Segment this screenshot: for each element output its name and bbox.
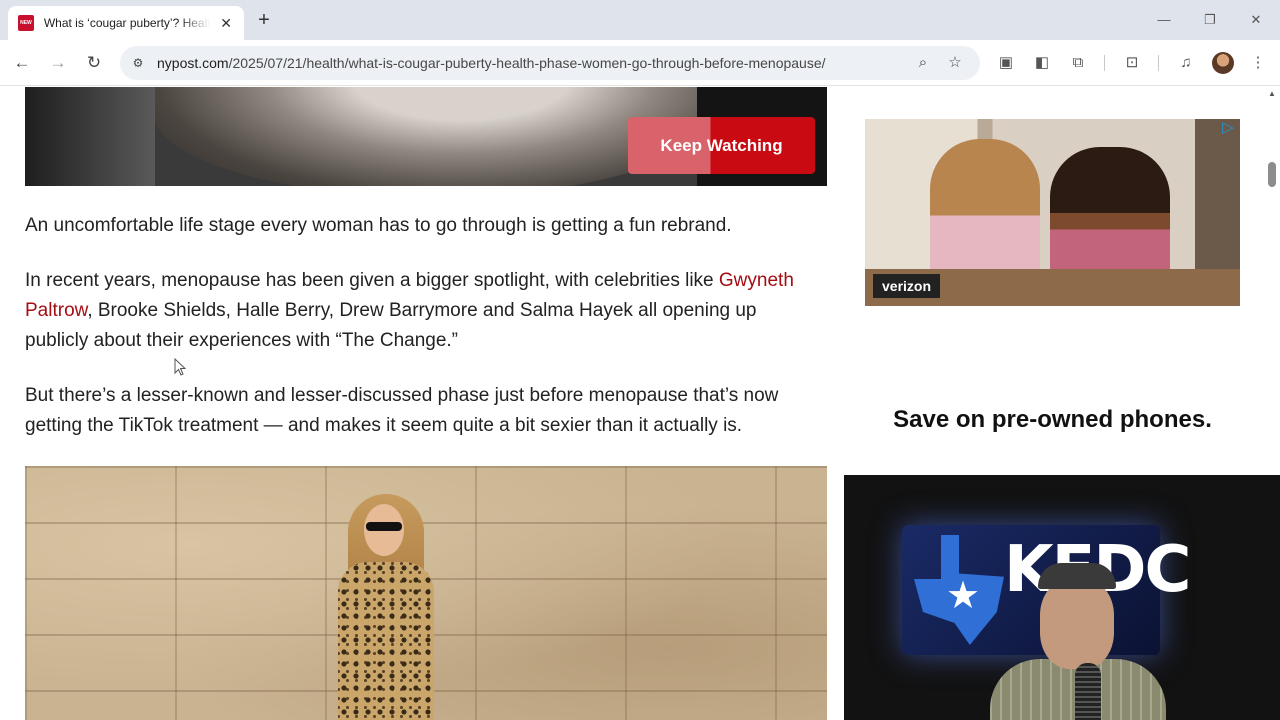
profile-avatar[interactable] (1212, 52, 1234, 74)
toolbar-divider (1104, 55, 1105, 71)
article-paragraph-2: In recent years, menopause has been give… (25, 266, 825, 356)
streamer (980, 563, 1170, 720)
scrollbar-thumb[interactable] (1268, 162, 1276, 187)
video-frame-shadow (25, 87, 155, 186)
adchoices-icon[interactable]: ▷ (1219, 120, 1237, 136)
close-icon[interactable]: ✕ (218, 15, 234, 31)
streamer-face (1040, 579, 1114, 669)
paragraph-text: In recent years, menopause has been give… (25, 270, 719, 291)
toolbar-divider (1158, 55, 1159, 71)
verizon-ad-banner[interactable]: verizon (865, 119, 1240, 306)
photo-leopard-outfit (338, 562, 434, 720)
tab-search-icon[interactable]: ⊡ (1122, 53, 1142, 73)
url-path: /2025/07/21/health/what-is-cougar-pubert… (228, 55, 826, 71)
verizon-logo: verizon (873, 274, 941, 298)
nypost-favicon-icon: NEW YORK POST (18, 15, 34, 31)
address-bar[interactable]: ⚙ nypost.com/2025/07/21/health/what-is-c… (120, 46, 980, 80)
zoom-icon[interactable]: ⌕ (914, 54, 932, 72)
extension-icon[interactable]: ◧ (1032, 53, 1052, 73)
active-tab[interactable]: NEW YORK POST What is ‘cougar puberty’? … (8, 6, 244, 40)
browser-toolbar: ← → ↻ ⚙ nypost.com/2025/07/21/health/wha… (0, 40, 1280, 86)
forward-arrow-icon[interactable]: → (47, 52, 69, 74)
new-tab-plus-icon[interactable]: + (254, 10, 274, 30)
extensions-puzzle-icon[interactable]: ⧉ (1068, 53, 1088, 73)
article-paragraph-3: But there’s a lesser-known and lesser-di… (25, 385, 779, 436)
page-viewport: Keep Watching An uncomfortable life stag… (0, 87, 1280, 720)
photo-sunglasses (366, 522, 402, 531)
back-arrow-icon[interactable]: ← (11, 52, 33, 74)
reload-icon[interactable]: ↻ (83, 52, 105, 74)
star-icon: ★ (946, 575, 981, 617)
streamer-cap (1038, 563, 1116, 589)
webcam-overlay: ★ KFDC (844, 475, 1280, 720)
url-text[interactable]: nypost.com/2025/07/21/health/what-is-cou… (157, 55, 826, 71)
article-photo (25, 466, 827, 720)
window-close-icon[interactable]: ✕ (1246, 10, 1266, 30)
woman-in-leopard-print-image (320, 492, 450, 720)
extension-facebook-icon[interactable]: ▣ (996, 53, 1016, 73)
ad-headline[interactable]: Save on pre-owned phones. (865, 406, 1240, 434)
keep-watching-button[interactable]: Keep Watching (628, 117, 815, 174)
scroll-up-arrow-icon[interactable]: ▲ (1267, 89, 1277, 99)
microphone-icon (1075, 663, 1101, 720)
minimize-icon[interactable]: — (1154, 10, 1174, 30)
media-control-icon[interactable]: ♫ (1176, 53, 1196, 73)
paragraph-text: , Brooke Shields, Halle Berry, Drew Barr… (25, 300, 757, 351)
mouse-cursor-icon (174, 358, 186, 376)
article-paragraph-1: An uncomfortable life stage every woman … (25, 215, 732, 236)
bookmark-star-icon[interactable]: ☆ (946, 54, 964, 72)
restore-icon[interactable]: ❐ (1200, 10, 1220, 30)
site-info-icon[interactable]: ⚙ (130, 55, 146, 71)
url-domain: nypost.com (157, 55, 229, 71)
menu-kebab-icon[interactable]: ⋮ (1248, 53, 1268, 73)
tab-strip: NEW YORK POST What is ‘cougar puberty’? … (0, 0, 1280, 40)
tab-title: What is ‘cougar puberty’? Health phase w… (43, 16, 211, 30)
